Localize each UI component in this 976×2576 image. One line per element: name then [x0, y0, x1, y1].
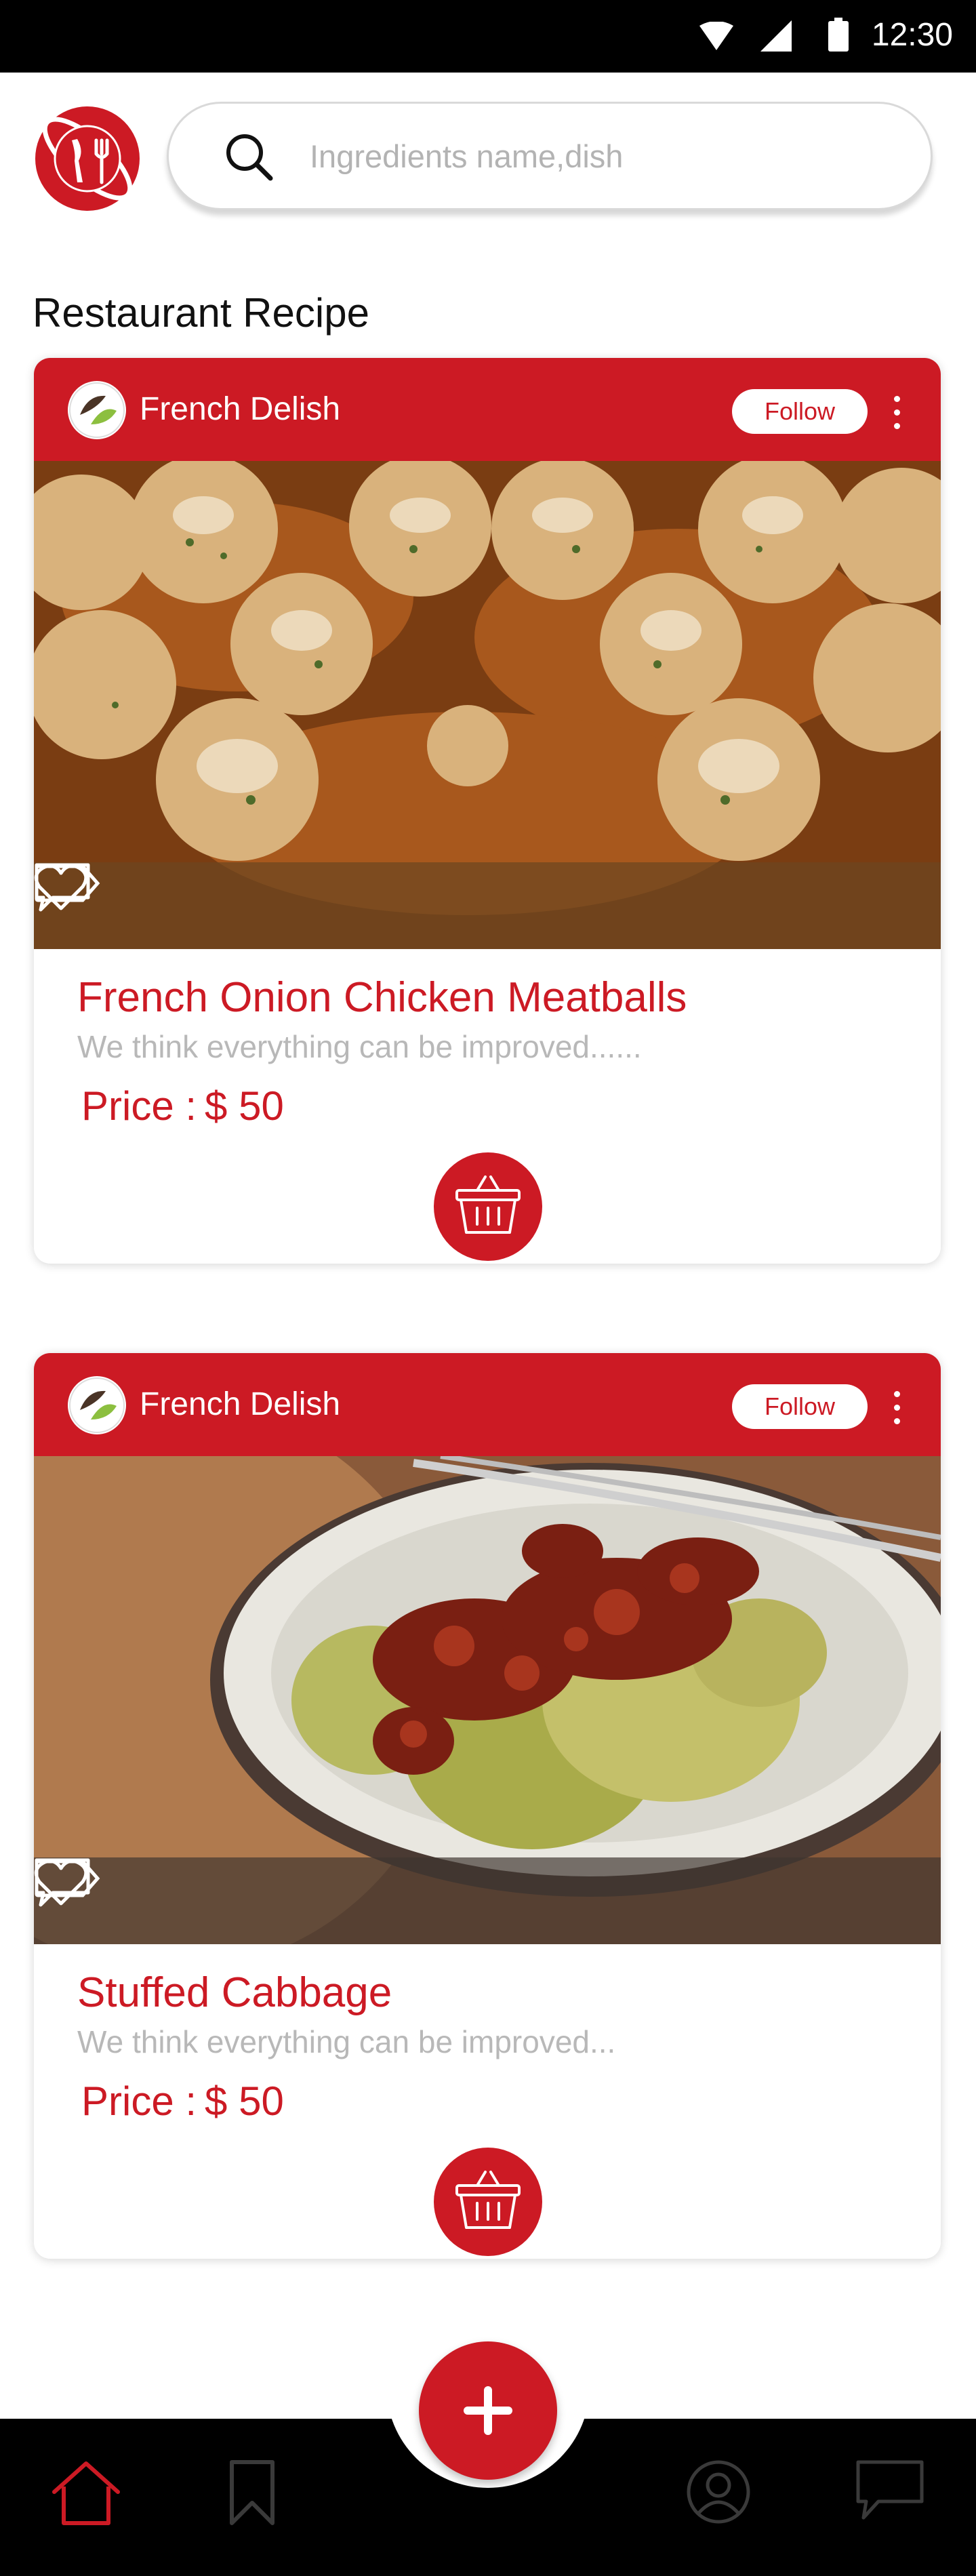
- comment-icon[interactable]: [34, 1857, 91, 1909]
- chef-name[interactable]: French Delish: [140, 389, 340, 430]
- more-options-icon[interactable]: [887, 396, 907, 430]
- chef-logo-icon: [69, 1377, 125, 1433]
- recipe-card[interactable]: French Delish Follow: [34, 1353, 941, 2259]
- meatballs-photo[interactable]: [34, 461, 941, 949]
- dish-title[interactable]: Stuffed Cabbage: [77, 1967, 392, 2019]
- photo-action-strip: [34, 1857, 941, 1944]
- chef-avatar[interactable]: [68, 1376, 126, 1434]
- plate-cutlery-icon: [42, 117, 133, 201]
- home-icon[interactable]: [49, 2459, 123, 2527]
- dish-price: Price : $ 50: [81, 1081, 284, 1132]
- more-options-icon[interactable]: [887, 1391, 907, 1425]
- add-to-basket-button[interactable]: [434, 1152, 542, 1261]
- follow-button[interactable]: Follow: [732, 389, 868, 434]
- section-title: Restaurant Recipe: [33, 290, 369, 336]
- dish-description: We think everything can be improved...: [77, 2024, 616, 2059]
- bookmark-icon[interactable]: [228, 2459, 277, 2527]
- wifi-icon: [699, 22, 733, 50]
- price-label: Price :: [81, 1083, 197, 1129]
- chef-logo-icon: [69, 382, 125, 438]
- profile-icon[interactable]: [686, 2459, 751, 2524]
- comment-icon[interactable]: [34, 862, 91, 914]
- card-header: French Delish Follow: [34, 1353, 941, 1456]
- signal-icon: [760, 20, 792, 52]
- follow-button[interactable]: Follow: [732, 1384, 868, 1429]
- stuffed-cabbage-photo[interactable]: [34, 1456, 941, 1944]
- add-to-basket-button[interactable]: [434, 2148, 542, 2256]
- battery-icon: [828, 18, 849, 52]
- basket-icon: [455, 1175, 521, 1234]
- add-button[interactable]: [419, 2341, 557, 2480]
- chat-icon[interactable]: [855, 2459, 924, 2522]
- price-value: $ 50: [205, 2078, 284, 2124]
- card-header: French Delish Follow: [34, 358, 941, 461]
- chef-name[interactable]: French Delish: [140, 1384, 340, 1425]
- dish-price: Price : $ 50: [81, 2076, 284, 2127]
- basket-icon: [455, 2171, 521, 2229]
- dish-description: We think everything can be improved.....…: [77, 1029, 642, 1064]
- search-bar[interactable]: [167, 102, 933, 210]
- app-logo[interactable]: [35, 106, 140, 211]
- status-bar: 12:30: [0, 0, 976, 73]
- photo-action-strip: [34, 862, 941, 949]
- search-input[interactable]: [308, 131, 908, 181]
- status-time: 12:30: [871, 17, 953, 53]
- price-value: $ 50: [205, 1083, 284, 1129]
- add-icon: [464, 2386, 512, 2435]
- price-label: Price :: [81, 2078, 197, 2124]
- dish-title[interactable]: French Onion Chicken Meatballs: [77, 972, 687, 1024]
- chef-avatar[interactable]: [68, 381, 126, 439]
- search-icon[interactable]: [224, 132, 274, 182]
- recipe-card[interactable]: French Delish Follow: [34, 358, 941, 1264]
